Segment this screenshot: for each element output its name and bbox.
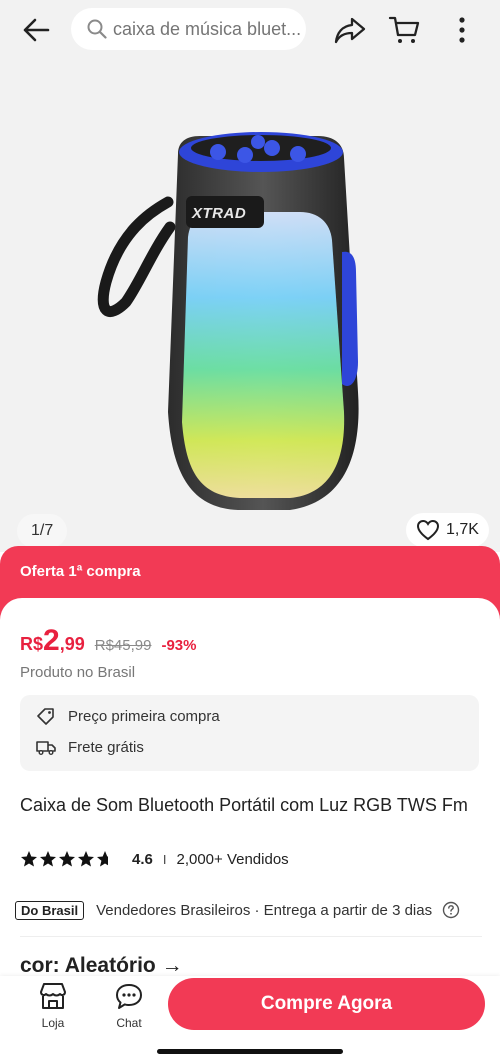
variant-selector[interactable]: cor: Aleatório → [20,954,183,976]
heart-icon [416,519,440,541]
star-half-icon [97,851,108,867]
sold-count: 2,000+ Vendidos [176,850,289,868]
discount-badge: -93% [161,637,197,654]
store-button[interactable]: Loja [28,982,78,1030]
help-button[interactable] [442,901,460,919]
tag-icon [37,708,54,725]
benefits-box[interactable]: Preço primeira compra Frete grátis [20,695,479,771]
divider [20,936,482,937]
search-icon [87,19,107,39]
chat-icon [116,984,142,1009]
back-button[interactable] [18,14,54,46]
price-decimal: ,99 [59,634,85,654]
product-origin: Produto no Brasil [20,664,136,681]
product-image-gallery[interactable]: XTRAD [0,62,500,552]
home-indicator[interactable] [157,1049,343,1054]
like-count: 1,7K [446,521,479,538]
rating-value: 4.6 [132,850,153,868]
image-counter: 1/7 [17,514,68,548]
seller-info-row[interactable]: Do Brasil Vendedores Brasileiros · Entre… [15,898,460,922]
like-button[interactable]: 1,7K [406,513,489,547]
store-label: Loja [41,1016,65,1030]
store-icon [40,983,66,1009]
offer-label: Oferta 1ª compra [20,563,141,580]
benefit-label: Frete grátis [68,738,144,756]
benefit-first-purchase-price: Preço primeira compra [36,704,220,728]
benefit-label: Preço primeira compra [68,707,220,725]
arrow-left-icon [23,18,50,42]
product-image [97,132,359,510]
cart-icon [388,16,420,43]
image-counter-text: 1/7 [31,522,54,539]
truck-icon [36,741,56,755]
rating-separator: I [162,851,167,867]
original-price: R$45,99 [94,637,152,654]
search-input[interactable] [113,18,303,40]
product-title: Caixa de Som Bluetooth Portátil com Luz … [20,795,468,815]
rating-stars [20,850,114,868]
more-options-button[interactable] [450,12,474,48]
price-integer: 2 [43,624,60,657]
share-button[interactable] [332,14,368,46]
share-icon [334,17,366,44]
bottom-action-bar: Loja Chat Compre Agora [0,976,500,1062]
star-icon [78,851,94,867]
question-icon [442,901,460,919]
chat-button[interactable]: Chat [104,982,154,1030]
chat-label: Chat [116,1016,142,1030]
brand-logo: XTRAD [192,205,247,222]
star-icon [21,851,37,867]
top-bar [0,0,500,62]
seller-text: Vendedores Brasileiros · Entrega a parti… [96,901,433,919]
search-bar[interactable] [71,8,306,50]
price-currency: R$ [20,634,44,654]
more-vertical-icon [459,17,465,43]
price-row: R$ 2 ,99 R$45,99 -93% [20,624,196,658]
star-icon [40,851,56,867]
benefit-free-shipping: Frete grátis [36,735,144,759]
do-brasil-badge: Do Brasil [15,900,85,920]
buy-now-button[interactable]: Compre Agora [168,978,485,1030]
cart-button[interactable] [386,13,422,47]
rating-row[interactable]: 4.6 I 2,000+ Vendidos [20,848,289,870]
product-info-card: R$ 2 ,99 R$45,99 -93% Produto no Brasil … [0,598,500,978]
star-icon [59,851,75,867]
